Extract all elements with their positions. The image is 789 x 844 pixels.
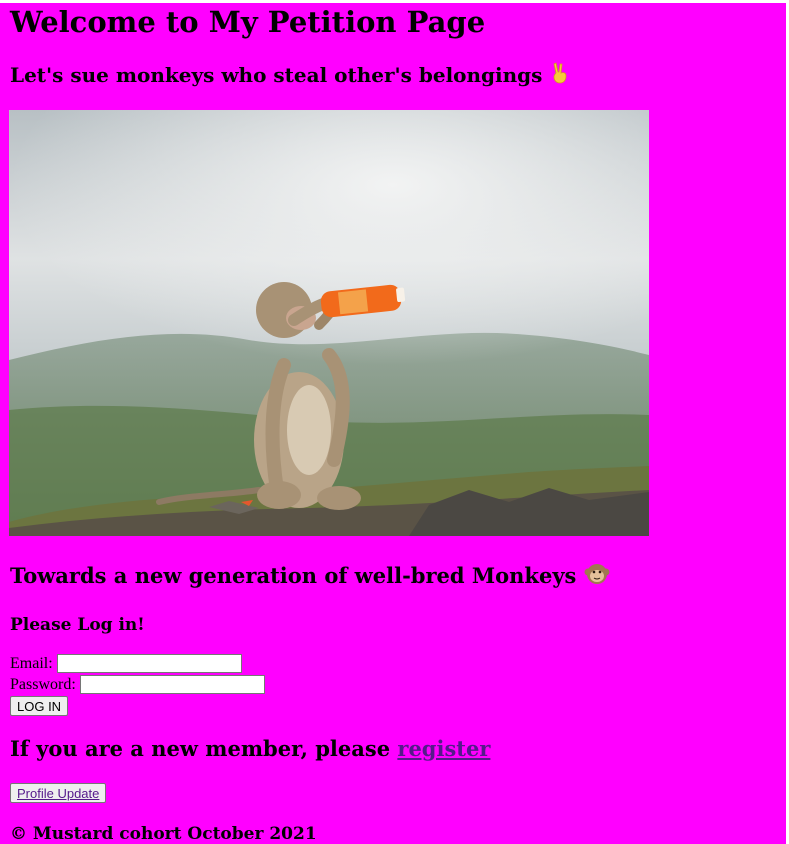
register-line: If you are a new member, please register [10,736,786,762]
email-input[interactable] [56,654,242,673]
page-title: Welcome to My Petition Page [10,5,486,39]
tagline: Towards a new generation of well-bred Mo… [10,560,786,592]
register-prefix: If you are a new member, please [10,736,398,761]
page: Welcome to My Petition Page Let's sue mo… [0,3,786,844]
monkey-icon [584,560,610,592]
subtitle-text: Let's sue monkeys who steal other's belo… [10,63,543,87]
login-heading: Please Log in! [10,615,145,635]
tagline-text: Towards a new generation of well-bred Mo… [10,563,577,588]
footer-text: © Mustard cohort October 2021 [10,824,317,844]
login-button[interactable]: LOG IN [10,696,69,716]
victory-hand-icon [549,61,573,91]
login-form: Email: Password: LOG IN [10,653,786,716]
monkey-photo [9,110,649,536]
password-label: Password: [10,675,76,693]
email-label: Email: [10,654,53,672]
register-link[interactable]: register [397,736,490,761]
profile-update-button[interactable]: Profile Update [10,783,107,803]
page-subtitle: Let's sue monkeys who steal other's belo… [10,61,786,91]
password-input[interactable] [79,675,265,694]
password-row: Password: [10,674,786,695]
email-row: Email: [10,653,786,674]
content: Welcome to My Petition Page Let's sue mo… [0,3,786,844]
